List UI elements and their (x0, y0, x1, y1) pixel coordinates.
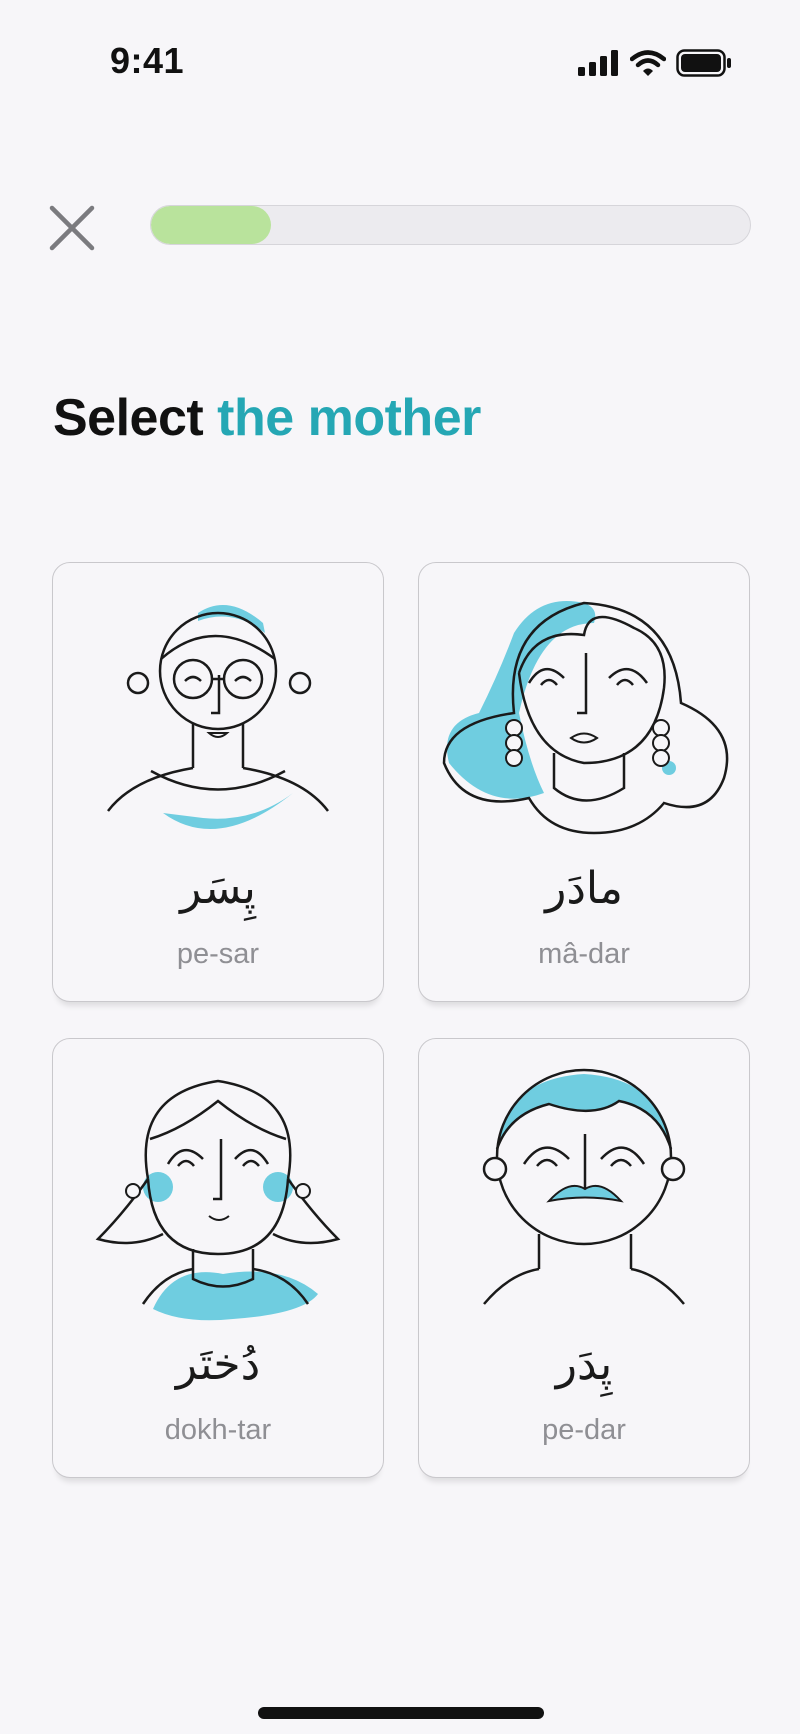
father-illustration (482, 1068, 686, 1305)
card-transliteration: mâ-dar (538, 938, 630, 970)
lesson-progress-bar (150, 205, 751, 245)
battery-icon (676, 49, 731, 77)
signal-icon (578, 50, 618, 76)
wifi-icon (630, 50, 666, 76)
close-button[interactable] (44, 200, 100, 256)
card-native-word: پِسَر (180, 863, 256, 914)
home-indicator (258, 1707, 544, 1719)
answer-card-mother[interactable]: مادَر mâ-dar (418, 562, 750, 1002)
exercise-prompt: Select the mother (53, 388, 481, 448)
prompt-prefix: Select (53, 389, 204, 447)
card-native-word: پِدَر (555, 1339, 613, 1390)
card-transliteration: pe-dar (542, 1414, 626, 1446)
card-transliteration: dokh-tar (164, 1414, 272, 1446)
mother-illustration (442, 601, 729, 835)
answer-card-son[interactable]: پِسَر pe-sar (52, 562, 384, 1002)
card-native-word: مادَر (545, 863, 623, 914)
son-illustration (107, 605, 329, 829)
card-native-word: دُختَر (175, 1339, 261, 1390)
lesson-progress-fill (151, 206, 271, 244)
status-icons (578, 46, 732, 80)
answer-card-father[interactable]: پِدَر pe-dar (418, 1038, 750, 1478)
close-icon (49, 205, 95, 251)
status-time: 9:41 (110, 40, 185, 81)
card-transliteration: pe-sar (176, 938, 260, 970)
prompt-target: the mother (217, 389, 481, 447)
status-bar: 9:41 (0, 0, 800, 120)
answer-card-daughter[interactable]: دُختَر dokh-tar (52, 1038, 384, 1478)
daughter-illustration (95, 1079, 341, 1321)
